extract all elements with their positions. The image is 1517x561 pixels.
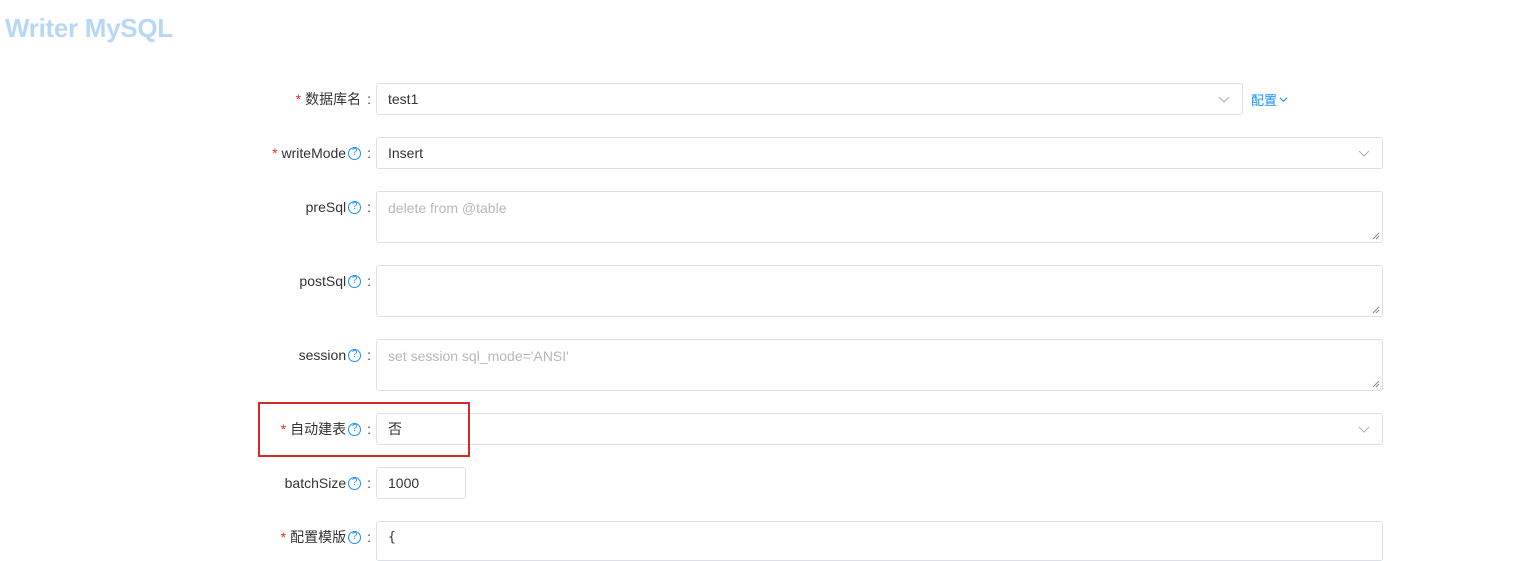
database-label-text: 数据库名 bbox=[305, 91, 362, 107]
config-template-label: * 配置模版 ? : bbox=[281, 521, 371, 553]
label-colon: : bbox=[367, 145, 371, 161]
page-title: Writer MySQL bbox=[5, 13, 173, 43]
post-sql-textarea[interactable] bbox=[376, 265, 1383, 317]
label-colon: : bbox=[367, 273, 371, 289]
label-colon: : bbox=[367, 91, 371, 107]
resize-handle-icon[interactable] bbox=[1372, 380, 1380, 388]
chevron-down-icon bbox=[1218, 96, 1230, 103]
database-select-value: test1 bbox=[388, 91, 419, 107]
batch-size-label: batchSize ? : bbox=[285, 467, 371, 499]
chevron-down-icon bbox=[1358, 426, 1370, 433]
database-select[interactable]: test1 bbox=[376, 83, 1243, 115]
batch-size-input[interactable]: 1000 bbox=[376, 467, 466, 499]
config-template-editor[interactable]: { bbox=[376, 521, 1383, 561]
question-circle-icon[interactable]: ? bbox=[348, 274, 362, 288]
config-dropdown-link[interactable]: 配置 bbox=[1251, 83, 1288, 115]
question-circle-icon[interactable]: ? bbox=[348, 476, 362, 490]
resize-handle-icon[interactable] bbox=[1372, 232, 1380, 240]
post-sql-label: postSql ? : bbox=[299, 265, 371, 297]
write-mode-label-text: writeMode bbox=[281, 145, 347, 161]
question-circle-icon[interactable]: ? bbox=[348, 348, 362, 362]
required-mark: * bbox=[295, 91, 302, 107]
chevron-down-icon bbox=[1358, 150, 1370, 157]
question-circle-icon[interactable]: ? bbox=[348, 530, 362, 544]
pre-sql-textarea[interactable]: delete from @table bbox=[376, 191, 1383, 243]
label-colon: : bbox=[367, 475, 371, 491]
post-sql-label-text: postSql bbox=[299, 273, 347, 289]
session-placeholder: set session sql_mode='ANSI' bbox=[388, 348, 569, 364]
pre-sql-placeholder: delete from @table bbox=[388, 200, 507, 216]
label-colon: : bbox=[367, 199, 371, 215]
batch-size-label-text: batchSize bbox=[284, 475, 347, 491]
pre-sql-label: preSql ? : bbox=[306, 191, 371, 223]
highlight-annotation-box bbox=[258, 402, 470, 457]
write-mode-label: * writeMode ? : bbox=[272, 137, 371, 169]
question-circle-icon[interactable]: ? bbox=[348, 200, 362, 214]
config-link-label: 配置 bbox=[1251, 92, 1278, 108]
batch-size-input-value: 1000 bbox=[388, 475, 420, 491]
auto-create-table-select[interactable]: 否 bbox=[376, 413, 1383, 445]
resize-handle-icon[interactable] bbox=[1372, 306, 1380, 314]
pre-sql-label-text: preSql bbox=[305, 199, 347, 215]
session-textarea[interactable]: set session sql_mode='ANSI' bbox=[376, 339, 1383, 391]
database-label: * 数据库名 : bbox=[296, 83, 371, 115]
write-mode-select[interactable]: Insert bbox=[376, 137, 1383, 169]
label-colon: : bbox=[367, 347, 371, 363]
question-circle-icon[interactable]: ? bbox=[348, 146, 362, 160]
chevron-down-icon bbox=[1279, 96, 1288, 102]
required-mark: * bbox=[272, 145, 278, 161]
session-label-text: session bbox=[298, 347, 347, 363]
session-label: session ? : bbox=[299, 339, 371, 371]
write-mode-select-value: Insert bbox=[388, 145, 424, 161]
config-template-label-text: 配置模版 bbox=[290, 529, 347, 545]
